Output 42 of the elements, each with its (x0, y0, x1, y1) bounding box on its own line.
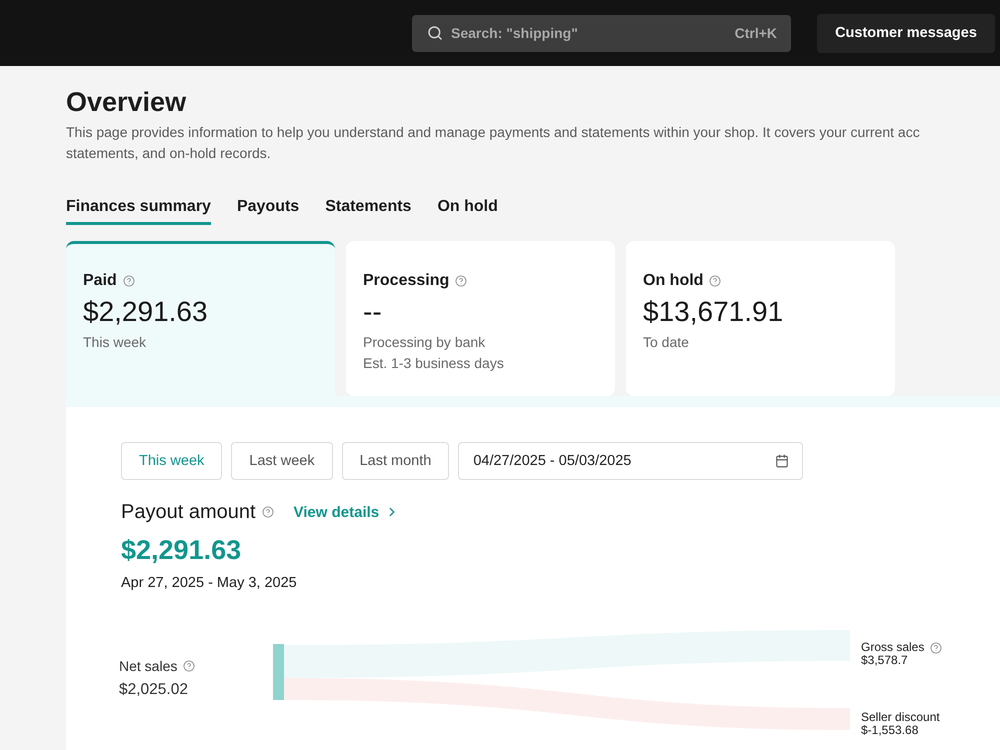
tab[interactable]: Payouts (236, 198, 300, 225)
section-heading: Payout amount (121, 500, 256, 525)
calendar-icon (775, 454, 790, 468)
card-amount: -- (363, 295, 382, 329)
date-range-field[interactable]: 04/27/2025 - 05/03/2025 (458, 442, 804, 480)
customer-messages-button[interactable]: Customer messages (817, 14, 995, 52)
card-note: To date (643, 333, 689, 352)
date-range-text: Apr 27, 2025 - May 3, 2025 (121, 574, 297, 593)
card-note: Est. 1-3 business days (363, 354, 504, 373)
card-note: This week (83, 333, 146, 352)
search-icon (427, 24, 443, 40)
card-note: Processing by bank (363, 333, 486, 352)
flow-label: Seller discount (861, 711, 940, 724)
page-description: This page provides information to help you understand and manage payments and statements within your shop. It covers your current acc statements, and on-hold records. (66, 123, 921, 163)
period-button[interactable]: This week (121, 442, 222, 480)
flow-label: Gross sales (861, 641, 924, 654)
flow-node-bar (273, 644, 284, 700)
help-icon (709, 275, 722, 287)
view-details-link[interactable]: View details (294, 504, 400, 520)
flow-value: $-1,553.68 (861, 724, 918, 736)
tab[interactable]: On hold (437, 198, 498, 225)
summary-card[interactable]: Processing -- Processing by bank Est. 1-3 business days (346, 241, 615, 396)
shortcut-hint: Ctrl+K (734, 24, 777, 42)
card-title: On hold (643, 271, 704, 291)
help-icon (122, 275, 135, 287)
flow-label: Net sales (119, 657, 178, 675)
period-button[interactable]: Last week (231, 442, 333, 480)
card-amount: $2,291.63 (83, 295, 208, 329)
period-button[interactable]: Last month (342, 442, 450, 480)
help-icon (262, 506, 274, 518)
tab[interactable]: Finances summary (66, 198, 211, 225)
card-amount: $13,671.91 (643, 295, 784, 329)
flow-value: $2,025.02 (119, 680, 188, 700)
summary-card[interactable]: On hold $13,671.91 To date (626, 241, 895, 396)
help-icon (183, 660, 196, 672)
page-title: Overview (66, 86, 188, 118)
tab[interactable]: Statements (325, 198, 412, 225)
help-icon (455, 275, 468, 287)
flow-value: $3,578.7 (861, 654, 908, 666)
card-title: Paid (83, 271, 117, 291)
payout-amount: $2,291.63 (121, 534, 242, 566)
card-title: Processing (363, 271, 450, 291)
